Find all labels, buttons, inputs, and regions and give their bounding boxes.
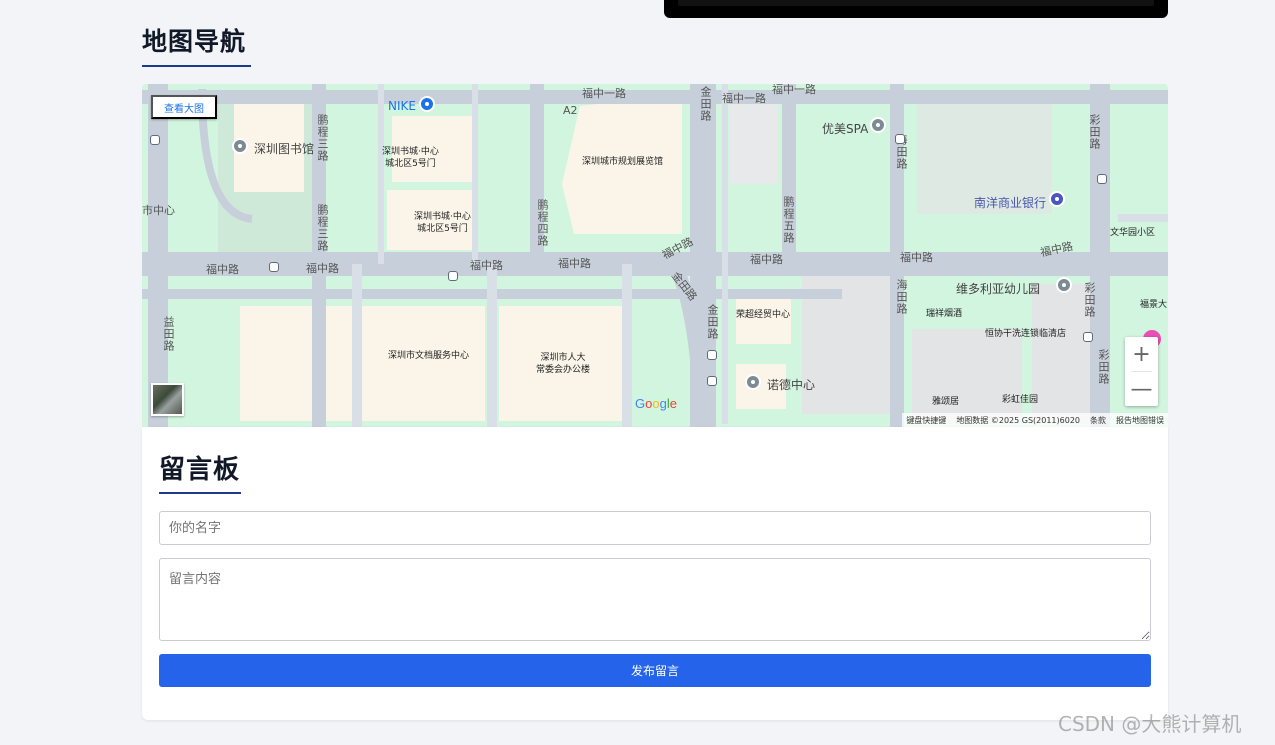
- keyboard-shortcuts-link[interactable]: 键盘快捷键: [906, 415, 946, 426]
- place-yasong[interactable]: 雅颂居: [932, 396, 959, 408]
- kindergarten-pin-icon[interactable]: [1056, 277, 1072, 293]
- bus-stop-icon[interactable]: [1097, 174, 1107, 184]
- road-label-fuzhong-3: 福中路: [470, 259, 503, 272]
- road-label-caitian-2: 彩田路: [1083, 282, 1096, 318]
- place-archive-center[interactable]: 深圳市文档服务中心: [388, 350, 469, 362]
- road-label-jintian-1: 金田路: [699, 86, 712, 122]
- place-nuode[interactable]: 诺德中心: [767, 376, 815, 393]
- bus-stop-icon[interactable]: [707, 376, 717, 386]
- bank-pin-icon[interactable]: [1049, 191, 1065, 207]
- road-label-jintian-3: 金田路: [706, 304, 719, 340]
- zoom-controls: + —: [1125, 337, 1158, 406]
- road-label-fuzhong-7: 福中路: [900, 251, 933, 264]
- place-hengxie[interactable]: 恒协干洗连锁临清店: [985, 328, 1066, 340]
- map-title-underline: [142, 65, 251, 67]
- road-label-fuzhong-1: 福中路: [206, 263, 239, 276]
- video-progress-track[interactable]: [678, 0, 1154, 6]
- road-label-yitian: 益田路: [162, 316, 175, 352]
- place-nanyang-bank[interactable]: 南洋商业银行: [974, 194, 1046, 211]
- road-label-caitian-1: 彩田路: [1088, 114, 1101, 150]
- place-library[interactable]: 深圳图书馆: [254, 140, 314, 157]
- nike-lock-icon[interactable]: [419, 96, 435, 112]
- view-large-map-button[interactable]: 查看大图: [151, 95, 217, 119]
- road-label-caitian-3: 彩田路: [1097, 349, 1110, 385]
- road-label-pengcheng-san-2: 鹏程三路: [316, 204, 329, 252]
- bus-stop-icon[interactable]: [150, 135, 160, 145]
- road-label-shizhongxin: 市中心: [142, 204, 175, 217]
- bus-stop-icon[interactable]: [269, 262, 279, 272]
- guestbook-title: 留言板: [159, 455, 241, 485]
- place-victoria-kindergarten[interactable]: 维多利亚幼儿园: [956, 280, 1040, 297]
- video-player-frame: [664, 0, 1168, 18]
- report-error-link[interactable]: 报告地图错误: [1116, 415, 1164, 426]
- watermark-text: CSDN @大熊计算机: [1058, 712, 1242, 736]
- place-caihong[interactable]: 彩虹佳园: [1002, 394, 1038, 406]
- bus-stop-icon[interactable]: [448, 271, 458, 281]
- place-wenhua-garden[interactable]: 文华园小区: [1110, 227, 1155, 239]
- satellite-toggle-thumbnail[interactable]: [151, 383, 184, 416]
- bus-stop-icon[interactable]: [707, 350, 717, 360]
- map-attribution-bar: 键盘快捷键 地图数据 ©2025 GS(2011)6020 条款 报告地图错误: [902, 413, 1168, 427]
- nuode-pin-icon[interactable]: [745, 374, 761, 390]
- place-nike[interactable]: NIKE: [388, 99, 416, 113]
- bus-stop-icon[interactable]: [1083, 332, 1093, 342]
- map-section-title: 地图导航: [142, 27, 247, 56]
- place-planning-hall[interactable]: 深圳城市规划展览馆: [582, 156, 663, 168]
- place-youmei-spa[interactable]: 优美SPA: [822, 120, 868, 137]
- name-input[interactable]: [159, 511, 1151, 545]
- terms-link[interactable]: 条款: [1090, 415, 1106, 426]
- road-label-fuzhong-yi: 福中一路: [582, 87, 626, 100]
- spa-pin-icon[interactable]: [870, 117, 886, 133]
- zoom-out-button[interactable]: —: [1125, 372, 1158, 406]
- map-embed[interactable]: 福中一路 福中一路 福中一路 A2 福中路 福中路 福中路 福中路 福中路 福中…: [142, 84, 1168, 427]
- bus-stop-icon[interactable]: [895, 134, 905, 144]
- place-ruixiang[interactable]: 瑞祥烟酒: [926, 308, 962, 320]
- road-label-haitian-2: 海田路: [895, 279, 908, 315]
- library-pin-icon[interactable]: [232, 138, 248, 154]
- guestbook-title-underline: [159, 492, 241, 494]
- place-rongchao[interactable]: 荣超经贸中心: [736, 309, 790, 321]
- road-label-pengcheng-san: 鹏程三路: [316, 114, 329, 162]
- map-base-layer: [142, 84, 1168, 427]
- submit-message-button[interactable]: 发布留言: [159, 654, 1151, 687]
- place-renda[interactable]: 深圳市人大 常委会办公楼: [536, 352, 590, 376]
- road-label-fuzhong-yi-3: 福中一路: [772, 84, 816, 96]
- road-label-fuzhong-4: 福中路: [558, 257, 591, 270]
- road-label-pengcheng-wu: 鹏程五路: [782, 196, 795, 244]
- zoom-in-button[interactable]: +: [1125, 337, 1158, 371]
- place-bookcity-2[interactable]: 深圳书城·中心 城北区5号门: [414, 211, 471, 235]
- road-label-fuzhong-yi-2: 福中一路: [722, 92, 766, 105]
- road-label-fuzhong-2: 福中路: [306, 262, 339, 275]
- place-bookcity-1[interactable]: 深圳书城·中心 城北区5号门: [382, 146, 439, 170]
- map-data-text: 地图数据 ©2025 GS(2011)6020: [956, 415, 1080, 425]
- road-label-fuzhong-6: 福中路: [750, 253, 783, 266]
- place-fujing[interactable]: 福景大: [1140, 299, 1167, 311]
- message-textarea[interactable]: [159, 558, 1151, 641]
- google-logo: Google: [635, 396, 677, 411]
- guestbook-card: 留言板 发布留言: [142, 427, 1168, 720]
- road-label-a2: A2: [563, 104, 578, 117]
- road-label-pengcheng-si: 鹏程四路: [536, 199, 549, 247]
